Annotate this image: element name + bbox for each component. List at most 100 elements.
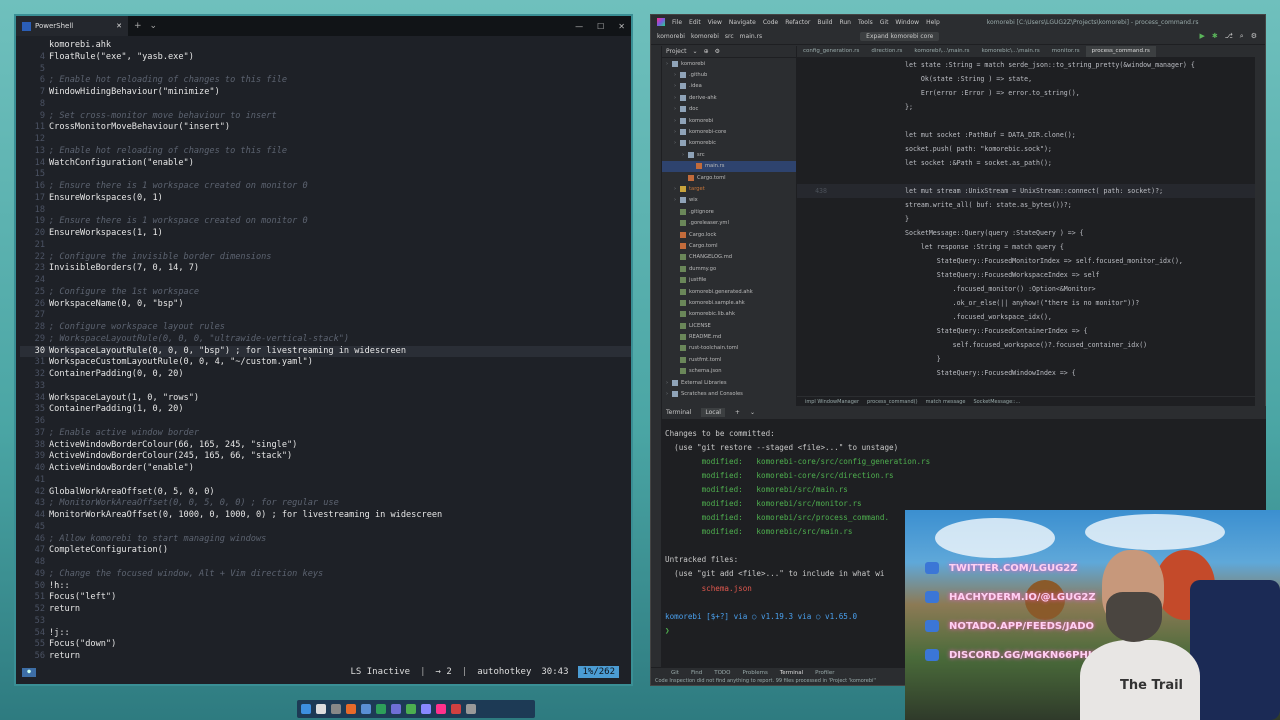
app-icon[interactable] [466, 704, 476, 714]
menu-item-navigate[interactable]: Navigate [729, 19, 756, 26]
project-label[interactable]: Project [666, 48, 687, 55]
menu-item-help[interactable]: Help [926, 19, 940, 26]
code-editor[interactable]: komorebi.ahk 4 FloatRule("exe", "yasb.exe"… [16, 36, 631, 662]
editor-tab[interactable]: komorebic\...\main.rs [976, 46, 1046, 57]
tool-window-profiler[interactable]: Profiler [815, 670, 834, 676]
menu-item-tools[interactable]: Tools [858, 19, 873, 26]
editor-tab[interactable]: komorebi\...\main.rs [908, 46, 975, 57]
tree-item[interactable]: Cargo.lock [662, 229, 796, 240]
breadcrumb-item[interactable]: SocketMessage::... [974, 399, 1021, 405]
menu-item-window[interactable]: Window [895, 19, 919, 26]
tree-item[interactable]: komorebic.lib.ahk [662, 309, 796, 320]
menu-item-run[interactable]: Run [839, 19, 851, 26]
tree-item[interactable]: › Scratches and Consoles [662, 388, 796, 399]
breadcrumb-item[interactable]: komorebi [657, 33, 685, 40]
tree-item[interactable]: rustfmt.toml [662, 354, 796, 365]
tree-item[interactable]: › target [662, 183, 796, 194]
ide-icon[interactable] [436, 704, 446, 714]
close-tab-icon[interactable]: ✕ [116, 22, 122, 30]
breadcrumb-item[interactable]: main.rs [740, 33, 763, 40]
terminal-window[interactable]: PowerShell ✕ + ⌄ — ☐ ✕ komorebi.ahk 4 FloatRu… [14, 14, 633, 686]
firefox-icon[interactable] [346, 704, 356, 714]
breadcrumb-item[interactable]: process_command() [867, 399, 918, 405]
taskview-icon[interactable] [331, 704, 341, 714]
minimize-icon[interactable]: — [575, 22, 583, 31]
close-icon[interactable]: ✕ [618, 22, 625, 31]
discord-icon[interactable] [421, 704, 431, 714]
rust-editor[interactable]: let state :String = match serde_json::to… [797, 58, 1255, 396]
editor-tab[interactable]: process_command.rs [1085, 46, 1156, 57]
terminal-icon[interactable] [391, 704, 401, 714]
start-icon[interactable] [301, 704, 311, 714]
explorer-icon[interactable] [361, 704, 371, 714]
git-icon[interactable]: ⎇ [1225, 32, 1233, 41]
tree-item[interactable]: komorebi.sample.ahk [662, 297, 796, 308]
maximize-icon[interactable]: ☐ [597, 22, 604, 31]
menu-item-refactor[interactable]: Refactor [785, 19, 810, 26]
tree-item[interactable]: .goreleaser.yml [662, 217, 796, 228]
tree-item[interactable]: › wix [662, 195, 796, 206]
tool-window-todo[interactable]: TODO [714, 670, 730, 676]
tree-item[interactable]: .gitignore [662, 206, 796, 217]
tree-item[interactable]: › komorebi [662, 115, 796, 126]
tree-item[interactable]: rust-toolchain.toml [662, 343, 796, 354]
tree-item[interactable]: › komorebi [662, 58, 796, 69]
tree-item[interactable]: justfile [662, 274, 796, 285]
settings-icon[interactable]: ⚙ [1251, 32, 1257, 41]
tab-local[interactable]: Local [701, 408, 725, 417]
menu-item-view[interactable]: View [708, 19, 722, 26]
tool-window-git[interactable]: Git [671, 670, 679, 676]
breadcrumb-item[interactable]: src [725, 33, 734, 40]
add-terminal-icon[interactable]: + [735, 409, 740, 416]
chevron-down-icon[interactable]: ⌄ [693, 48, 698, 55]
tree-item[interactable]: dummy.go [662, 263, 796, 274]
debug-icon[interactable]: ✱ [1212, 32, 1218, 41]
tool-window-problems[interactable]: Problems [743, 670, 768, 676]
tree-item[interactable]: LICENSE [662, 320, 796, 331]
editor-tab[interactable]: direction.rs [865, 46, 908, 57]
collapse-icon[interactable]: ⊕ [704, 48, 709, 55]
run-icon[interactable]: ▶ [1199, 32, 1204, 41]
chrome-icon[interactable] [406, 704, 416, 714]
project-panel[interactable]: Project ⌄ ⊕ ⚙ › komorebi › .github › .idea › deriv… [662, 46, 797, 406]
menu-item-build[interactable]: Build [817, 19, 832, 26]
menu-item-code[interactable]: Code [763, 19, 778, 26]
tool-window-find[interactable]: Find [691, 670, 702, 676]
search-icon[interactable] [316, 704, 326, 714]
line-number: 12 [34, 134, 45, 144]
dropdown-icon[interactable]: ⌄ [150, 21, 158, 31]
tree-item[interactable]: › komorebi-core [662, 126, 796, 137]
obs-icon[interactable] [451, 704, 461, 714]
tree-item[interactable]: README.md [662, 331, 796, 342]
tree-item[interactable]: komorebi.generated.ahk [662, 286, 796, 297]
tool-window-terminal[interactable]: Terminal [780, 670, 803, 676]
terminal-title[interactable]: Terminal [666, 409, 691, 416]
tree-item[interactable]: Cargo.toml [662, 172, 796, 183]
tree-item[interactable]: › src [662, 149, 796, 160]
tree-item[interactable]: Cargo.toml [662, 240, 796, 251]
new-tab-icon[interactable]: + [134, 21, 142, 31]
tree-item[interactable]: › .idea [662, 81, 796, 92]
tree-item[interactable]: › derive-ahk [662, 92, 796, 103]
gear-icon[interactable]: ⚙ [715, 48, 720, 55]
breadcrumb-item[interactable]: match message [926, 399, 966, 405]
tree-item[interactable]: › komorebic [662, 138, 796, 149]
chevron-down-icon[interactable]: ⌄ [750, 409, 755, 416]
menu-item-edit[interactable]: Edit [689, 19, 701, 26]
tree-item[interactable]: schema.json [662, 366, 796, 377]
breadcrumb-item[interactable]: impl WindowManager [805, 399, 859, 405]
tree-item[interactable]: › External Libraries [662, 377, 796, 388]
tab-powershell[interactable]: PowerShell ✕ [16, 16, 128, 36]
tree-item[interactable]: › .github [662, 69, 796, 80]
tree-item[interactable]: › doc [662, 104, 796, 115]
tree-item[interactable]: main.rs [662, 160, 796, 172]
tree-item[interactable]: CHANGELOG.md [662, 252, 796, 263]
search-icon[interactable]: ⌕ [1240, 32, 1244, 41]
breadcrumb-item[interactable]: komorebi [691, 33, 719, 40]
edge-icon[interactable] [376, 704, 386, 714]
editor-tab[interactable]: monitor.rs [1046, 46, 1086, 57]
menu-item-file[interactable]: File [672, 19, 682, 26]
editor-tab[interactable]: config_generation.rs [797, 46, 865, 57]
run-config-dropdown[interactable]: Expand komorebi core [860, 32, 940, 41]
menu-item-git[interactable]: Git [880, 19, 889, 26]
